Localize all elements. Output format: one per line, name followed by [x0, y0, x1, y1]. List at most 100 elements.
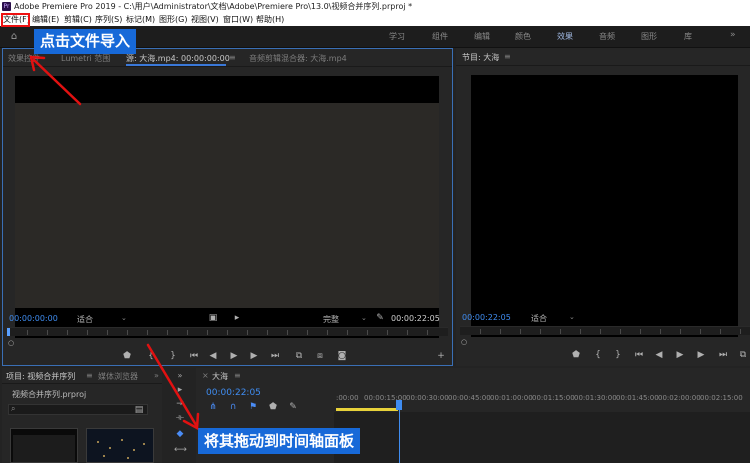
source-fit-label: 适合 — [77, 315, 93, 324]
step-back-icon[interactable]: ◀ — [208, 351, 218, 361]
source-timecode[interactable]: 00:00:00:00 — [9, 314, 58, 323]
ripple-edit-tool-icon[interactable]: ⟛ — [174, 412, 186, 424]
program-panel-menu-icon[interactable]: ≡ — [504, 52, 511, 61]
menu-marker[interactable]: 标记(M) — [126, 13, 155, 26]
wrench-icon[interactable]: ✎ — [375, 313, 385, 323]
ruler-label: 00:01:00:00 — [490, 394, 533, 402]
tab-lumetri-scopes[interactable]: Lumetri 范围 — [61, 53, 110, 64]
slip-tool-icon[interactable]: ⟷ — [174, 444, 187, 456]
chevron-down-icon: ⌄ — [121, 314, 127, 322]
source-fit-dropdown[interactable]: 适合 ⌄ — [77, 314, 129, 325]
source-time-ruler[interactable] — [7, 327, 448, 336]
go-to-in-icon[interactable]: ⏮ — [188, 351, 200, 361]
workspace-editing[interactable]: 编辑 — [474, 31, 490, 42]
insert-icon[interactable]: ⧉ — [293, 351, 305, 361]
mark-in-icon[interactable]: { — [593, 350, 603, 360]
workspace-assembly[interactable]: 组件 — [432, 31, 448, 42]
mark-out-icon[interactable]: } — [168, 351, 178, 361]
clip-thumbnail-dahai[interactable] — [86, 428, 154, 463]
playhead-line — [399, 410, 400, 463]
title-bar: Pr Adobe Premiere Pro 2019 - C:\用户\Admin… — [0, 0, 750, 13]
tab-project[interactable]: 项目: 视频合并序列 — [6, 371, 75, 382]
timeline-settings-icon[interactable]: ✎ — [288, 402, 298, 412]
program-time-ruler[interactable] — [460, 326, 750, 335]
menu-help[interactable]: 帮助(H) — [256, 13, 284, 26]
add-button-icon[interactable]: + — [436, 351, 446, 361]
workspace-more-icon[interactable]: » — [730, 30, 736, 40]
go-to-in-icon[interactable]: ⏮ — [633, 350, 645, 360]
menu-edit[interactable]: 编辑(E) — [32, 13, 59, 26]
workspace-learn[interactable]: 学习 — [389, 31, 405, 42]
mark-out-icon[interactable]: } — [613, 350, 623, 360]
menu-bar: 文件(F) 编辑(E) 剪辑(C) 序列(S) 标记(M) 图形(G) 视图(V… — [0, 13, 750, 26]
step-forward-icon[interactable]: ▶ — [696, 350, 706, 360]
source-playhead[interactable] — [7, 328, 10, 336]
timeline-close-icon[interactable]: × — [202, 371, 209, 380]
camera-icon[interactable]: ◙ — [336, 351, 348, 361]
overwrite-icon[interactable]: ⧈ — [314, 351, 326, 361]
program-timecode[interactable]: 00:00:22:05 — [462, 313, 511, 322]
tab-media-browser[interactable]: 媒体浏览器 — [98, 371, 138, 382]
project-panel-menu-icon[interactable]: ≡ — [86, 371, 93, 380]
selection-tool-icon[interactable]: ▸ — [174, 384, 186, 396]
source-duration: 00:00:22:05 — [391, 314, 440, 323]
chevron-down-icon: ⌄ — [361, 314, 367, 322]
chevron-down-icon: ⌄ — [569, 313, 575, 321]
project-search-input[interactable]: ⌕ — [8, 404, 148, 415]
mark-in-icon[interactable]: { — [146, 351, 156, 361]
menu-sequence[interactable]: 序列(S) — [95, 13, 122, 26]
workspace-graphics[interactable]: 图形 — [641, 31, 657, 42]
menu-view[interactable]: 视图(V) — [191, 13, 219, 26]
ruler-label: 00:00:45:00 — [448, 394, 491, 402]
program-fit-dropdown[interactable]: 适合 ⌄ — [531, 313, 577, 324]
step-back-icon[interactable]: ◀ — [654, 350, 664, 360]
go-to-out-icon[interactable]: ⏭ — [269, 351, 281, 361]
tab-effect-controls[interactable]: 效果控件 — [8, 53, 40, 64]
project-panel-more-icon[interactable]: » — [154, 371, 159, 380]
marker-icon[interactable]: ⬟ — [268, 402, 278, 412]
go-to-out-icon[interactable]: ⏭ — [717, 350, 729, 360]
workspace-libraries[interactable]: 库 — [684, 31, 692, 42]
linked-selection-icon[interactable]: ∩ — [228, 402, 238, 412]
menu-graphics[interactable]: 图形(G) — [159, 13, 187, 26]
play-icon[interactable]: ▶ — [229, 351, 239, 361]
workspace-audio[interactable]: 音频 — [599, 31, 615, 42]
tab-program[interactable]: 节目: 大海 — [462, 52, 499, 63]
add-marker-icon[interactable]: ⬟ — [122, 351, 132, 361]
timeline-track-area[interactable] — [334, 412, 750, 463]
timeline-playhead[interactable] — [396, 400, 402, 410]
tab-sequence[interactable]: 大海 — [212, 371, 228, 382]
tab-source[interactable]: 源: 大海.mp4: 00:00:00:00 — [126, 53, 230, 64]
workspace-effects[interactable]: 效果 — [557, 31, 573, 42]
zoom-handle-icon[interactable]: ○ — [7, 338, 15, 348]
timeline-panel-menu-icon[interactable]: ≡ — [234, 371, 241, 380]
timeline-timecode[interactable]: 00:00:22:05 — [206, 388, 261, 398]
tools-panel: » ▸ ⇥ ⟛ ◆ ⟷ — [166, 368, 194, 463]
track-select-tool-icon[interactable]: ⇥ — [174, 398, 186, 410]
source-quality-dropdown[interactable]: 完整 ⌄ — [323, 314, 369, 325]
tools-more-icon[interactable]: » — [174, 370, 186, 382]
snap-icon[interactable]: ⋔ — [208, 402, 218, 412]
zoom-handle-icon[interactable]: ○ — [460, 337, 468, 347]
workspace-color[interactable]: 颜色 — [515, 31, 531, 42]
razor-tool-icon[interactable]: ◆ — [174, 428, 186, 440]
source-panel-menu-icon[interactable]: ≡ — [229, 53, 236, 62]
step-forward-icon[interactable]: ▶ — [249, 351, 259, 361]
clip-thumbnail-sequence[interactable] — [10, 428, 78, 463]
play-icon[interactable]: ▶ — [675, 350, 685, 360]
menu-window[interactable]: 窗口(W) — [223, 13, 253, 26]
add-marker-icon[interactable]: ⬟ — [571, 350, 581, 360]
tab-audio-clip-mixer[interactable]: 音频剪辑混合器: 大海.mp4 — [249, 53, 347, 64]
menu-clip[interactable]: 剪辑(C) — [64, 13, 92, 26]
premiere-app-icon: Pr — [2, 2, 11, 11]
ruler-label: 00:01:15:00 — [532, 394, 575, 402]
program-video-frame — [471, 75, 738, 337]
add-marker-icon[interactable]: ⚑ — [248, 402, 258, 412]
ruler-label: :00:00 — [336, 394, 359, 402]
export-frame-icon[interactable]: ▸ — [232, 313, 242, 323]
work-area-bar[interactable] — [336, 408, 398, 411]
new-bin-icon[interactable]: ▤ — [134, 405, 144, 415]
settings-icon[interactable]: ▣ — [208, 313, 218, 323]
home-icon[interactable]: ⌂ — [8, 31, 20, 43]
lift-icon[interactable]: ⧉ — [738, 350, 748, 360]
